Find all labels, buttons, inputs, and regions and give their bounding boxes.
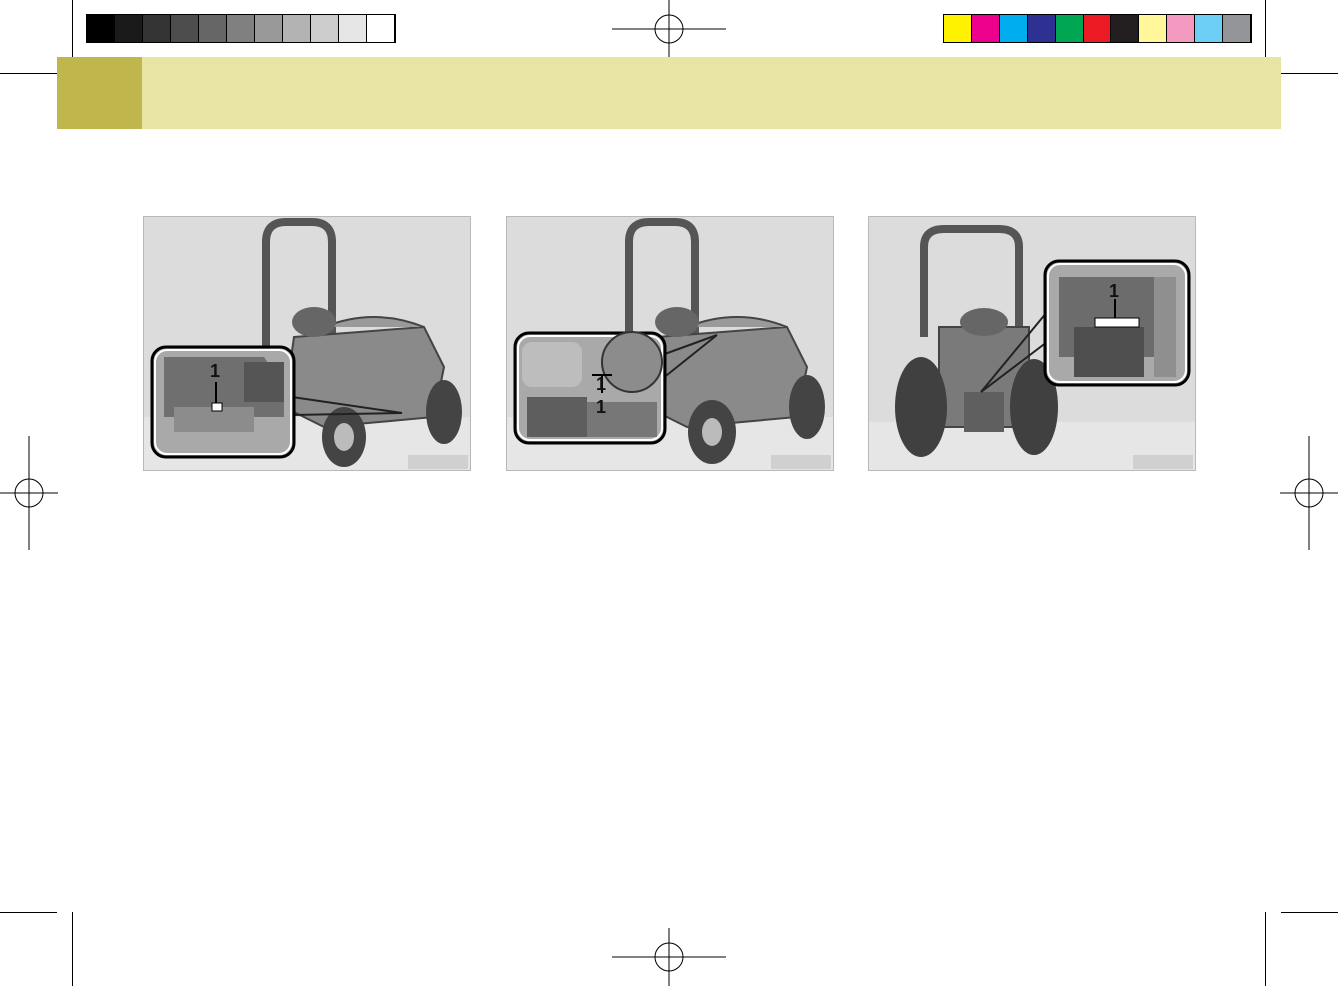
figure-id [408, 455, 468, 469]
color-swatch [143, 15, 171, 42]
figure-engine-view: 1 1 [506, 216, 834, 471]
chapter-tab [57, 57, 142, 129]
color-swatch [227, 15, 255, 42]
cmyk-color-bar [943, 14, 1252, 43]
color-swatch [1223, 15, 1251, 42]
figure-id [1133, 455, 1193, 469]
registration-mark-icon [612, 928, 726, 986]
color-swatch [999, 15, 1028, 42]
color-swatch [311, 15, 339, 42]
registration-mark-icon [612, 0, 726, 58]
figure-id [771, 455, 831, 469]
callout-number: 1 [1109, 281, 1119, 301]
color-swatch [115, 15, 143, 42]
color-swatch [87, 15, 115, 42]
color-swatch [1139, 15, 1168, 42]
registration-mark-icon [0, 436, 58, 550]
color-swatch [1027, 15, 1056, 42]
color-swatch [1055, 15, 1084, 42]
color-swatch [1167, 15, 1196, 42]
callout-number: 1 [210, 361, 220, 381]
callout-number: 1 [596, 374, 606, 394]
color-swatch [1083, 15, 1112, 42]
figure-rear-view: 1 [868, 216, 1196, 471]
color-swatch [283, 15, 311, 42]
color-swatch [367, 15, 395, 42]
header-band [57, 57, 1281, 129]
color-swatch [971, 15, 1000, 42]
color-swatch [199, 15, 227, 42]
color-swatch [944, 15, 972, 42]
color-swatch [255, 15, 283, 42]
color-swatch [1195, 15, 1224, 42]
registration-mark-icon [1280, 436, 1338, 550]
color-swatch [339, 15, 367, 42]
color-swatch [171, 15, 199, 42]
color-swatch [1111, 15, 1140, 42]
figure-front-view: 1 [143, 216, 471, 471]
grayscale-color-bar [86, 14, 396, 43]
callout-number: 1 [596, 397, 606, 417]
